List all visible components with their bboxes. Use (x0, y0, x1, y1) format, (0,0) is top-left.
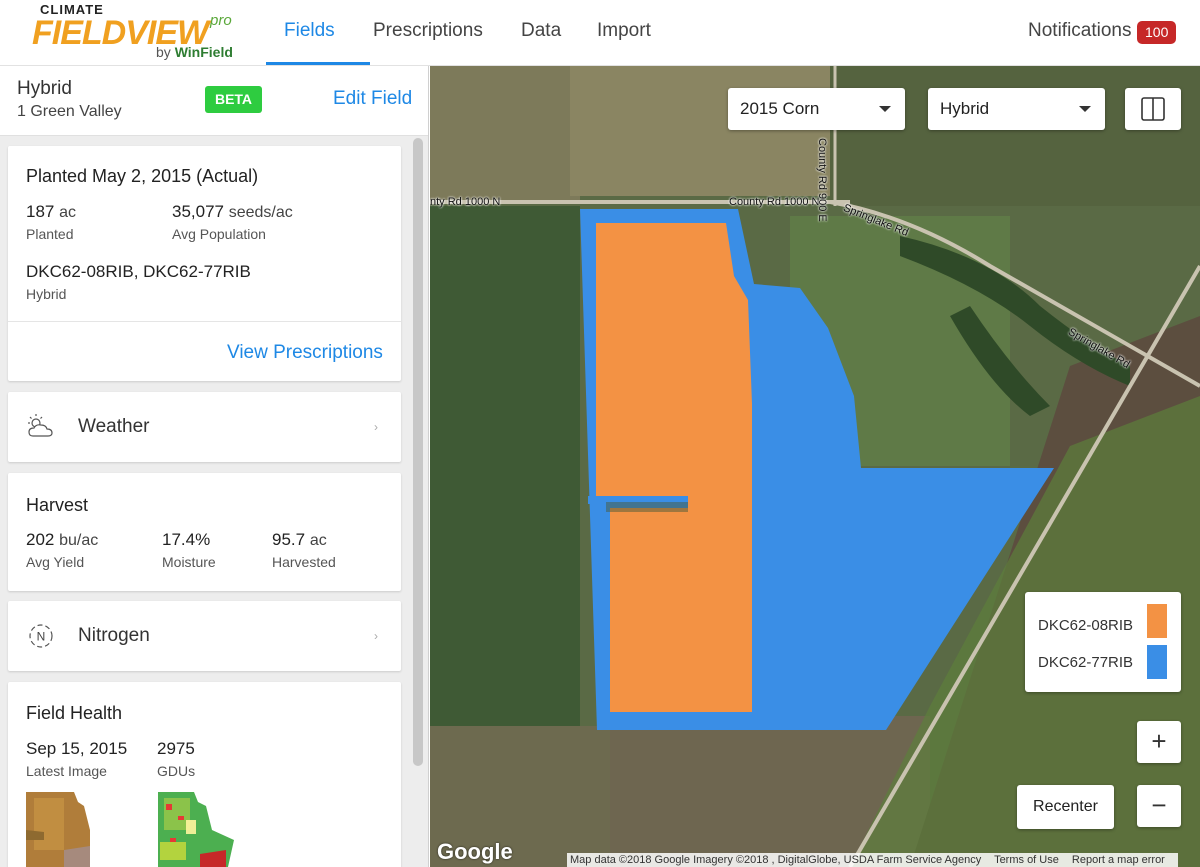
field-health-card: Field Health Sep 15, 2015 Latest Image 2… (8, 682, 401, 867)
nav-fields[interactable]: Fields (284, 20, 335, 42)
harvested-acres: 95.7 ac (272, 530, 327, 549)
field-health-title: Field Health (26, 703, 123, 723)
caret-down-icon (879, 106, 891, 112)
svg-text:N: N (37, 630, 46, 644)
avg-population: 35,077 seeds/ac (172, 202, 293, 221)
road-label-county-rd-900e: County Rd 900 E (816, 138, 828, 222)
card-divider (8, 321, 401, 322)
edit-field-link[interactable]: Edit Field (333, 88, 412, 110)
nav-import[interactable]: Import (597, 20, 651, 42)
active-tab-indicator (266, 62, 370, 65)
nitrogen-row[interactable]: N Nitrogen › (8, 601, 401, 671)
field-health-ndvi-thumbnail[interactable] (156, 790, 234, 867)
harvest-title: Harvest (26, 495, 89, 515)
climate-fieldview-logo[interactable]: CLIMATE FIELDVIEW pro by WinField (32, 2, 242, 62)
zoom-out-button[interactable]: − (1137, 785, 1181, 827)
hybrid-label: Hybrid (26, 286, 67, 302)
legend-label-dkc62-77rib: DKC62-77RIB (1038, 654, 1134, 671)
map-attribution: Map data ©2018 Google Imagery ©2018 , Di… (567, 853, 1178, 867)
zoom-in-button[interactable]: + (1137, 721, 1181, 763)
latest-image-label: Latest Image (26, 763, 107, 779)
planted-acres-label: Planted (26, 226, 74, 242)
chevron-right-icon: › (374, 420, 378, 434)
layer-dropdown[interactable]: Hybrid (928, 88, 1105, 130)
nitrogen-label: Nitrogen (78, 625, 150, 646)
weather-row[interactable]: Weather › (8, 392, 401, 462)
split-view-icon (1141, 97, 1165, 121)
nav-data[interactable]: Data (521, 20, 561, 42)
logo-by-winfield: by WinField (156, 44, 233, 60)
nitrogen-icon: N (29, 624, 53, 648)
harvested-label: Harvested (272, 554, 336, 570)
planted-card: Planted May 2, 2015 (Actual) 187 ac Plan… (8, 146, 401, 381)
legend-swatch-orange (1147, 604, 1167, 638)
chevron-right-icon: › (374, 629, 378, 643)
avg-yield: 202 bu/ac (26, 530, 99, 549)
gdu-label: GDUs (157, 763, 196, 779)
sidebar-scrollbar[interactable] (413, 138, 423, 766)
sidebar-header: Hybrid 1 Green Valley BETA Edit Field (0, 66, 428, 136)
planted-acres: 187 ac (26, 202, 77, 221)
latest-image-thumbnail[interactable] (24, 790, 102, 867)
terms-of-use-link[interactable]: Terms of Use (994, 854, 1059, 866)
moisture-value: 17.4% (162, 530, 211, 549)
notifications-link[interactable]: Notifications (1028, 20, 1132, 42)
legend-label-dkc62-08rib: DKC62-08RIB (1038, 617, 1134, 634)
field-map[interactable]: nty Rd 1000 N County Rd 1000 N Springlak… (430, 66, 1200, 867)
season-dropdown-value: 2015 Corn (740, 99, 820, 118)
road-label-county-rd-1000n-left: nty Rd 1000 N (430, 196, 501, 208)
road-label-county-rd-1000n: County Rd 1000 N (729, 196, 820, 208)
top-header: CLIMATE FIELDVIEW pro by WinField Fields… (0, 0, 1200, 66)
notifications-count-badge[interactable]: 100 (1137, 21, 1177, 44)
layer-dropdown-value: Hybrid (940, 99, 990, 118)
logo-pro-text: pro (210, 12, 232, 29)
map-data-attribution: Map data ©2018 Google Imagery ©2018 , Di… (570, 854, 982, 866)
planted-title: Planted May 2, 2015 (Actual) (26, 166, 259, 186)
field-sidebar: Hybrid 1 Green Valley BETA Edit Field Pl… (0, 66, 429, 867)
weather-partly-cloudy-icon (28, 414, 53, 437)
recenter-button[interactable]: Recenter (1017, 785, 1114, 829)
avg-yield-label: Avg Yield (26, 554, 85, 570)
google-logo[interactable]: Google (437, 839, 513, 865)
caret-down-icon (1079, 106, 1091, 112)
hybrid-legend: DKC62-08RIB DKC62-77RIB (1025, 592, 1181, 692)
hybrid-values: DKC62-08RIB, DKC62-77RIB (26, 262, 251, 281)
satellite-imagery (430, 66, 1200, 867)
avg-population-label: Avg Population (172, 226, 266, 242)
latest-image-date: Sep 15, 2015 (26, 739, 128, 758)
harvest-card: Harvest 202 bu/ac Avg Yield 17.4% Moistu… (8, 473, 401, 591)
view-prescriptions-link[interactable]: View Prescriptions (227, 342, 383, 364)
legend-swatch-blue (1147, 645, 1167, 679)
moisture-label: Moisture (162, 554, 216, 570)
split-view-button[interactable] (1125, 88, 1181, 130)
report-map-error-link[interactable]: Report a map error (1072, 854, 1165, 866)
field-name: 1 Green Valley (17, 103, 122, 120)
weather-label: Weather (78, 416, 150, 437)
layer-title: Hybrid (17, 78, 72, 99)
season-dropdown[interactable]: 2015 Corn (728, 88, 905, 130)
beta-badge: BETA (205, 86, 262, 113)
gdu-value: 2975 (157, 739, 195, 758)
nav-prescriptions[interactable]: Prescriptions (373, 20, 483, 42)
